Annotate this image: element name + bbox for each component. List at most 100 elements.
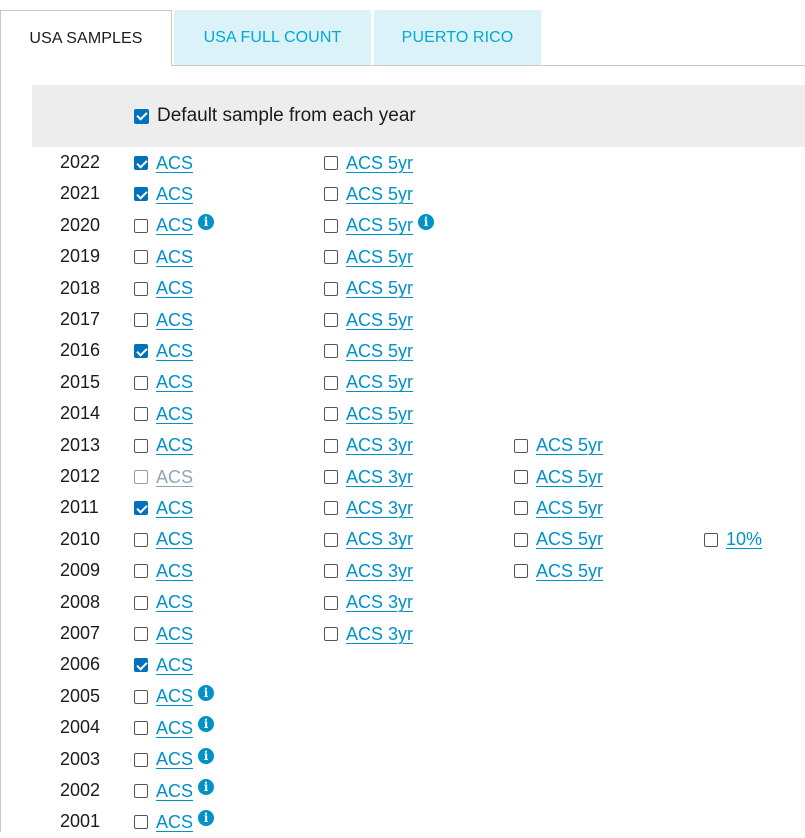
sample-link[interactable]: ACS — [156, 278, 193, 299]
sample-link[interactable]: ACS 5yr — [346, 404, 413, 425]
sample-checkbox[interactable] — [134, 564, 148, 579]
sample-checkbox[interactable] — [134, 595, 148, 610]
sample-checkbox[interactable] — [514, 470, 528, 484]
sample-link[interactable]: ACS 5yr — [536, 529, 603, 550]
sample-link[interactable]: ACS — [156, 624, 193, 645]
sample-checkbox[interactable] — [324, 344, 338, 359]
sample-link[interactable]: ACS — [156, 561, 193, 582]
sample-link[interactable]: ACS — [156, 686, 193, 707]
sample-link[interactable]: ACS — [156, 310, 193, 331]
sample-checkbox[interactable] — [324, 595, 338, 610]
sample-link[interactable]: ACS — [156, 404, 193, 425]
sample-link[interactable]: ACS — [156, 812, 193, 833]
year-label: 2016 — [60, 340, 101, 361]
sample-link[interactable]: ACS — [156, 749, 193, 770]
sample-checkbox[interactable] — [134, 532, 148, 547]
sample-link[interactable]: ACS 5yr — [536, 467, 603, 488]
sample-link[interactable]: 10% — [726, 529, 762, 550]
sample-checkbox[interactable] — [324, 501, 338, 516]
info-icon[interactable]: i — [418, 213, 435, 230]
sample-checkbox[interactable] — [514, 532, 528, 547]
sample-checkbox[interactable] — [134, 313, 148, 327]
sample-checkbox[interactable] — [134, 438, 148, 453]
sample-checkbox[interactable] — [134, 721, 148, 736]
sample-link[interactable]: ACS 5yr — [346, 184, 413, 205]
sample-link[interactable]: ACS 3yr — [346, 498, 413, 519]
sample-link[interactable]: ACS 3yr — [346, 529, 413, 550]
sample-link[interactable]: ACS — [156, 247, 193, 268]
sample-checkbox[interactable] — [134, 407, 148, 422]
sample-link[interactable]: ACS 5yr — [346, 341, 413, 362]
sample-link[interactable]: ACS — [156, 592, 193, 613]
tab-puerto-rico[interactable]: PUERTO RICO — [374, 10, 541, 65]
sample-link[interactable]: ACS 5yr — [346, 278, 413, 299]
sample-checkbox[interactable] — [704, 532, 718, 547]
tab-usa-full-count[interactable]: USA FULL COUNT — [174, 10, 371, 65]
sample-checkbox[interactable] — [134, 627, 148, 641]
sample-link[interactable]: ACS 3yr — [346, 435, 413, 456]
sample-checkbox[interactable] — [134, 658, 148, 673]
sample-link[interactable]: ACS 3yr — [346, 592, 413, 613]
sample-checkbox[interactable] — [134, 156, 148, 170]
info-icon[interactable]: i — [198, 684, 215, 701]
sample-link[interactable]: ACS — [156, 153, 193, 174]
sample-link[interactable]: ACS — [156, 341, 193, 362]
default-sample-checkbox[interactable] — [134, 108, 149, 124]
sample-checkbox[interactable] — [324, 564, 338, 579]
sample-checkbox[interactable] — [134, 250, 148, 265]
info-icon[interactable]: i — [198, 213, 215, 230]
sample-link[interactable]: ACS 5yr — [536, 498, 603, 519]
sample-link[interactable]: ACS — [156, 781, 193, 802]
sample-checkbox[interactable] — [514, 501, 528, 516]
sample-link[interactable]: ACS — [156, 529, 193, 550]
info-icon[interactable]: i — [198, 716, 215, 733]
sample-link[interactable]: ACS — [156, 372, 193, 393]
sample-checkbox[interactable] — [324, 218, 338, 233]
sample-checkbox[interactable] — [134, 344, 148, 359]
sample-link[interactable]: ACS 5yr — [536, 435, 603, 456]
sample-checkbox[interactable] — [324, 156, 338, 170]
info-icon[interactable]: i — [198, 747, 215, 764]
sample-checkbox[interactable] — [134, 815, 148, 830]
sample-link[interactable]: ACS 5yr — [346, 372, 413, 393]
sample-checkbox[interactable] — [324, 187, 338, 202]
sample-checkbox[interactable] — [514, 438, 528, 453]
sample-checkbox[interactable] — [324, 627, 338, 641]
sample-checkbox[interactable] — [134, 501, 148, 516]
sample-checkbox[interactable] — [134, 689, 148, 704]
sample-link[interactable]: ACS 3yr — [346, 624, 413, 645]
sample-link[interactable]: ACS — [156, 215, 193, 236]
sample-checkbox[interactable] — [324, 470, 338, 484]
sample-link[interactable]: ACS 3yr — [346, 561, 413, 582]
sample-checkbox[interactable] — [134, 375, 148, 390]
sample-checkbox[interactable] — [324, 407, 338, 422]
sample-checkbox[interactable] — [324, 281, 338, 296]
sample-link[interactable]: ACS — [156, 655, 193, 676]
sample-link[interactable]: ACS — [156, 435, 193, 456]
info-icon[interactable]: i — [198, 779, 215, 795]
sample-link[interactable]: ACS — [156, 718, 193, 739]
sample-checkbox[interactable] — [324, 532, 338, 547]
sample-link[interactable]: ACS 3yr — [346, 467, 413, 488]
sample-checkbox[interactable] — [324, 250, 338, 265]
info-icon[interactable]: i — [198, 810, 215, 827]
sample-link[interactable]: ACS 5yr — [346, 310, 413, 331]
sample-link[interactable]: ACS — [156, 498, 193, 519]
sample-checkbox[interactable] — [514, 564, 528, 579]
sample-link[interactable]: ACS 5yr — [346, 215, 413, 236]
sample-checkbox[interactable] — [134, 470, 148, 484]
sample-link[interactable]: ACS — [156, 467, 193, 488]
sample-checkbox[interactable] — [134, 281, 148, 296]
tab-usa-samples[interactable]: USA SAMPLES — [0, 10, 172, 66]
sample-checkbox[interactable] — [134, 187, 148, 202]
sample-checkbox[interactable] — [134, 752, 148, 767]
sample-link[interactable]: ACS — [156, 184, 193, 205]
sample-checkbox[interactable] — [134, 218, 148, 233]
sample-checkbox[interactable] — [134, 784, 148, 798]
sample-checkbox[interactable] — [324, 438, 338, 453]
sample-checkbox[interactable] — [324, 375, 338, 390]
sample-link[interactable]: ACS 5yr — [346, 153, 413, 174]
sample-checkbox[interactable] — [324, 313, 338, 327]
sample-link[interactable]: ACS 5yr — [536, 561, 603, 582]
sample-link[interactable]: ACS 5yr — [346, 247, 413, 268]
